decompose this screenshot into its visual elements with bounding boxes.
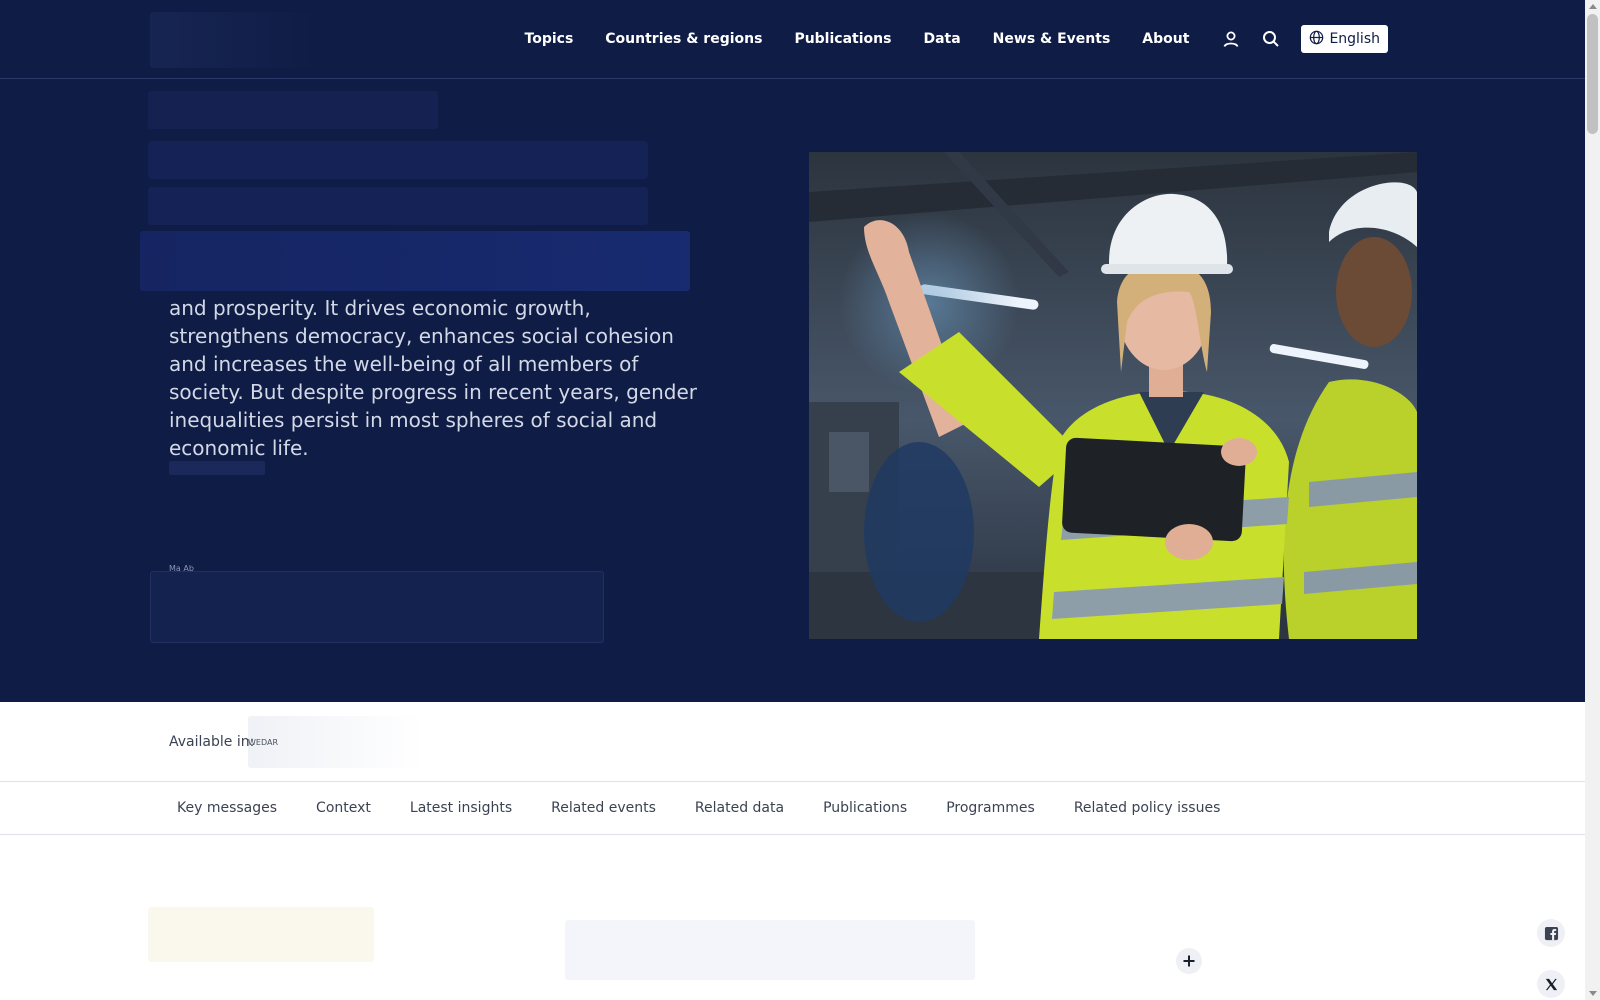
subnav-latest-insights[interactable]: Latest insights — [410, 800, 512, 816]
globe-icon — [1309, 30, 1324, 49]
expand-button[interactable] — [1176, 948, 1202, 974]
share-facebook-button[interactable] — [1537, 919, 1565, 947]
subnav-key-messages[interactable]: Key messages — [177, 800, 277, 816]
subnav-related-policy-issues[interactable]: Related policy issues — [1074, 800, 1221, 816]
hero-cta-block[interactable] — [150, 571, 604, 643]
nav-countries-regions[interactable]: Countries & regions — [605, 31, 762, 47]
hero-intro-text: and prosperity. It drives economic growt… — [169, 296, 698, 460]
x-logo-icon — [1545, 978, 1557, 990]
subnav-context[interactable]: Context — [316, 800, 371, 816]
nav-publications[interactable]: Publications — [794, 31, 891, 47]
search-icon[interactable] — [1261, 29, 1281, 49]
subnav-related-events[interactable]: Related events — [551, 800, 656, 816]
user-icon[interactable] — [1221, 29, 1241, 49]
available-in-label: Available in: — [169, 734, 255, 750]
available-languages-bar: Available in: WEDAR — [0, 702, 1585, 782]
scroll-down-arrow[interactable] — [1589, 991, 1597, 996]
site-header: Topics Countries & regions Publications … — [0, 0, 1585, 79]
facebook-icon — [1544, 926, 1558, 940]
scrollbar-thumb[interactable] — [1587, 14, 1598, 134]
section-content-ghost — [565, 920, 975, 980]
nav-news-events[interactable]: News & Events — [993, 31, 1111, 47]
nav-about[interactable]: About — [1142, 31, 1189, 47]
hero-read-more-link[interactable] — [169, 461, 265, 475]
nav-topics[interactable]: Topics — [525, 31, 574, 47]
hero-title-line — [140, 231, 690, 291]
site-logo[interactable] — [150, 12, 310, 68]
hero-title-line — [148, 141, 648, 179]
hero-section: and prosperity. It drives economic growt… — [0, 79, 1585, 702]
nav-data[interactable]: Data — [923, 31, 960, 47]
page-section-nav: Key messages Context Latest insights Rel… — [0, 782, 1585, 835]
hero-image — [809, 152, 1417, 639]
language-label: English — [1329, 31, 1380, 47]
available-languages-list[interactable]: WEDAR — [248, 738, 278, 747]
hero-title-line — [148, 187, 648, 225]
plus-icon — [1183, 955, 1195, 967]
subnav-publications[interactable]: Publications — [823, 800, 907, 816]
subnav-related-data[interactable]: Related data — [695, 800, 784, 816]
scroll-up-arrow[interactable] — [1589, 4, 1597, 9]
hero-breadcrumb — [148, 91, 438, 129]
subnav-programmes[interactable]: Programmes — [946, 800, 1035, 816]
main-nav: Topics Countries & regions Publications … — [525, 0, 1585, 78]
share-x-button[interactable] — [1537, 970, 1565, 998]
section-heading-ghost — [148, 907, 374, 962]
page-scrollbar[interactable] — [1585, 0, 1600, 1000]
language-selector[interactable]: English — [1301, 25, 1388, 53]
